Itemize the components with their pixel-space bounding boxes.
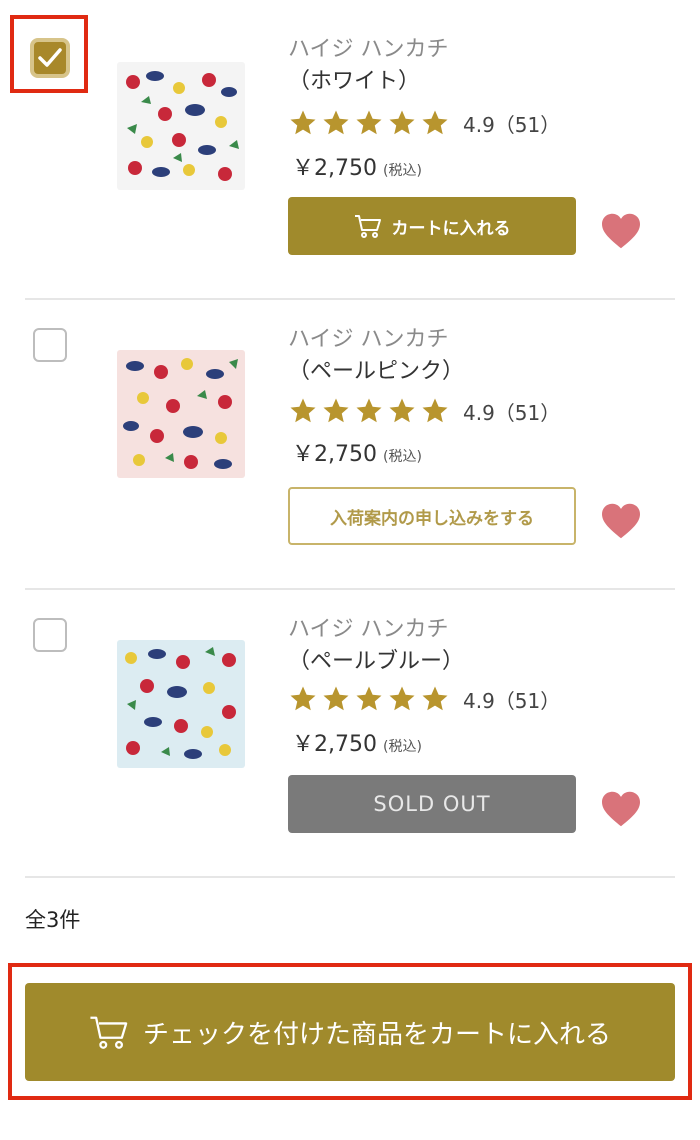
cart-icon [90, 1016, 128, 1049]
star-icon [323, 398, 349, 423]
star-icon [290, 398, 316, 423]
total-count: 全3件 [25, 908, 81, 932]
item-checkbox[interactable] [33, 618, 67, 652]
rating-stars: 4.9（51） [288, 684, 560, 714]
product-color[interactable]: （ホワイト） [288, 68, 420, 96]
heart-icon[interactable] [600, 502, 642, 540]
product-image[interactable] [117, 350, 245, 478]
item-checkbox[interactable] [33, 328, 67, 362]
product-price: ￥2,750 (税込) [292, 150, 422, 182]
star-icon [290, 110, 316, 135]
list-item: ハイジ ハンカチ （ホワイト） 4.9（51） ￥2,750 (税込) カートに入… [0, 0, 700, 290]
restock-notify-label: 入荷案内の申し込みをする [330, 508, 534, 529]
tax-label: (税込) [382, 739, 422, 755]
price-value: ￥2,750 [292, 732, 377, 757]
star-icon [290, 686, 316, 711]
product-color[interactable]: （ペールブルー） [288, 648, 464, 676]
star-icon [323, 110, 349, 135]
product-image[interactable] [117, 62, 245, 190]
star-icon [389, 398, 415, 423]
product-name[interactable]: ハイジ ハンカチ [288, 616, 449, 644]
restock-notify-button[interactable]: 入荷案内の申し込みをする [288, 487, 576, 545]
check-icon [38, 48, 62, 67]
divider [25, 876, 675, 878]
tax-label: (税込) [382, 163, 422, 179]
product-name[interactable]: ハイジ ハンカチ [288, 36, 449, 64]
rating-stars: 4.9（51） [288, 396, 560, 426]
star-icon [323, 686, 349, 711]
list-item: ハイジ ハンカチ （ペールピンク） 4.9（51） ￥2,750 (税込) 入荷案… [0, 290, 700, 580]
rating-value: 4.9（51） [463, 400, 561, 425]
cart-icon [354, 215, 381, 238]
add-to-cart-button[interactable]: カートに入れる [288, 197, 576, 255]
item-checkbox[interactable] [30, 38, 70, 78]
heart-icon[interactable] [600, 790, 642, 828]
rating-stars: 4.9（51） [288, 108, 560, 138]
star-icon [422, 110, 448, 135]
star-icon [356, 686, 382, 711]
add-checked-to-cart-button[interactable]: チェックを付けた商品をカートに入れる [25, 983, 675, 1081]
product-price: ￥2,750 (税込) [292, 726, 422, 758]
list-item: ハイジ ハンカチ （ペールブルー） 4.9（51） ￥2,750 (税込) SOL… [0, 580, 700, 870]
sold-out-label: SOLD OUT [373, 792, 491, 816]
heart-icon[interactable] [600, 212, 642, 250]
sold-out-button: SOLD OUT [288, 775, 576, 833]
product-price: ￥2,750 (税込) [292, 436, 422, 468]
add-to-cart-label: カートに入れる [391, 218, 511, 239]
star-icon [389, 110, 415, 135]
product-image[interactable] [117, 640, 245, 768]
star-icon [356, 398, 382, 423]
star-icon [389, 686, 415, 711]
star-icon [422, 398, 448, 423]
rating-value: 4.9（51） [463, 688, 561, 713]
price-value: ￥2,750 [292, 156, 377, 181]
product-color[interactable]: （ペールピンク） [288, 358, 464, 386]
star-icon [422, 686, 448, 711]
star-icon [356, 110, 382, 135]
rating-value: 4.9（51） [463, 112, 561, 137]
add-checked-to-cart-label: チェックを付けた商品をカートに入れる [142, 1019, 611, 1050]
tax-label: (税込) [382, 449, 422, 465]
price-value: ￥2,750 [292, 442, 377, 467]
product-name[interactable]: ハイジ ハンカチ [288, 326, 449, 354]
